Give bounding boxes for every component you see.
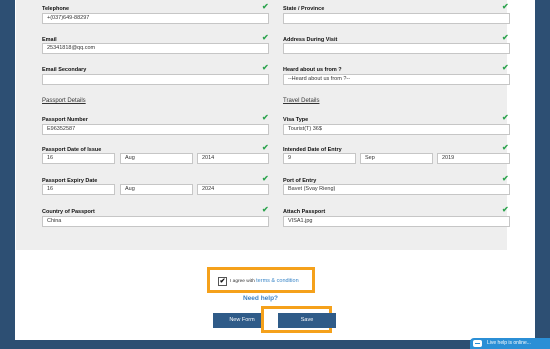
entry-year-select[interactable]: 2019: [437, 153, 510, 164]
email-secondary-label: Email Secondary: [42, 67, 87, 73]
save-button[interactable]: Save: [278, 313, 336, 328]
checkmark-icon: ✔: [262, 174, 269, 183]
telephone-input[interactable]: +(037)649-88297: [42, 13, 269, 24]
email-input[interactable]: 25341818@qq.com: [42, 43, 269, 54]
passport-issue-year-select[interactable]: 2014: [197, 153, 269, 164]
agree-text: I agree with terms & condition: [230, 278, 299, 284]
checkmark-icon: ✔: [502, 205, 509, 214]
checkmark-icon: ✔: [502, 63, 509, 72]
passport-expiry-day-select[interactable]: 16: [42, 184, 115, 195]
chat-bubble-icon: [473, 340, 482, 347]
passport-number-input[interactable]: E96352587: [42, 124, 269, 135]
state-label: State / Province: [283, 6, 325, 12]
address-visit-input[interactable]: [283, 43, 510, 54]
passport-issue-month-select[interactable]: Aug: [120, 153, 193, 164]
terms-link[interactable]: terms & condition: [256, 278, 299, 284]
checkmark-icon: ✔: [262, 2, 269, 11]
attach-passport-input[interactable]: VISA1.jpg: [283, 216, 510, 227]
visa-type-select[interactable]: Tourist(T) 36$: [283, 124, 510, 135]
visa-type-label: Visa Type: [283, 117, 309, 123]
bottom-bar: [0, 340, 550, 349]
need-help-link[interactable]: Need help?: [243, 295, 278, 302]
state-input[interactable]: [283, 13, 510, 24]
entry-day-select[interactable]: 9: [283, 153, 356, 164]
telephone-label: Telephone: [42, 6, 70, 12]
agree-prefix: I agree with: [230, 279, 255, 284]
passport-number-label: Passport Number: [42, 117, 88, 123]
checkmark-icon: ✔: [262, 143, 269, 152]
entry-month-select[interactable]: Sep: [360, 153, 433, 164]
checkmark-icon: ✔: [262, 33, 269, 42]
live-help-widget[interactable]: Live help is online...: [470, 338, 550, 349]
heard-select[interactable]: --Heard about us from ?--: [283, 74, 510, 85]
passport-issue-day-select[interactable]: 16: [42, 153, 115, 164]
heard-label: Heard about us from ?: [283, 67, 342, 73]
checkmark-icon: ✔: [502, 33, 509, 42]
country-passport-select[interactable]: China: [42, 216, 269, 227]
checkmark-icon: ✔: [262, 113, 269, 122]
passport-expiry-month-select[interactable]: Aug: [120, 184, 193, 195]
live-help-text: Live help is online...: [487, 340, 531, 346]
checkmark-icon: ✔: [502, 2, 509, 11]
email-secondary-input[interactable]: [42, 74, 269, 85]
passport-expiry-year-select[interactable]: 2024: [197, 184, 269, 195]
port-entry-select[interactable]: Bavet (Svay Rieng): [283, 184, 510, 195]
checkmark-icon: ✔: [502, 174, 509, 183]
attach-passport-label: Attach Passport: [283, 209, 326, 215]
checkmark-icon: ✔: [262, 63, 269, 72]
country-passport-label: Country of Passport: [42, 209, 95, 215]
checkmark-icon: ✔: [502, 113, 509, 122]
checkmark-icon: ✔: [262, 205, 269, 214]
terms-agreement-box: ✔ I agree with terms & condition: [207, 267, 315, 293]
agree-checkbox[interactable]: ✔: [218, 277, 227, 286]
passport-details-heading: Passport Details: [42, 98, 86, 104]
travel-details-heading: Travel Details: [283, 98, 320, 104]
checkmark-icon: ✔: [502, 143, 509, 152]
